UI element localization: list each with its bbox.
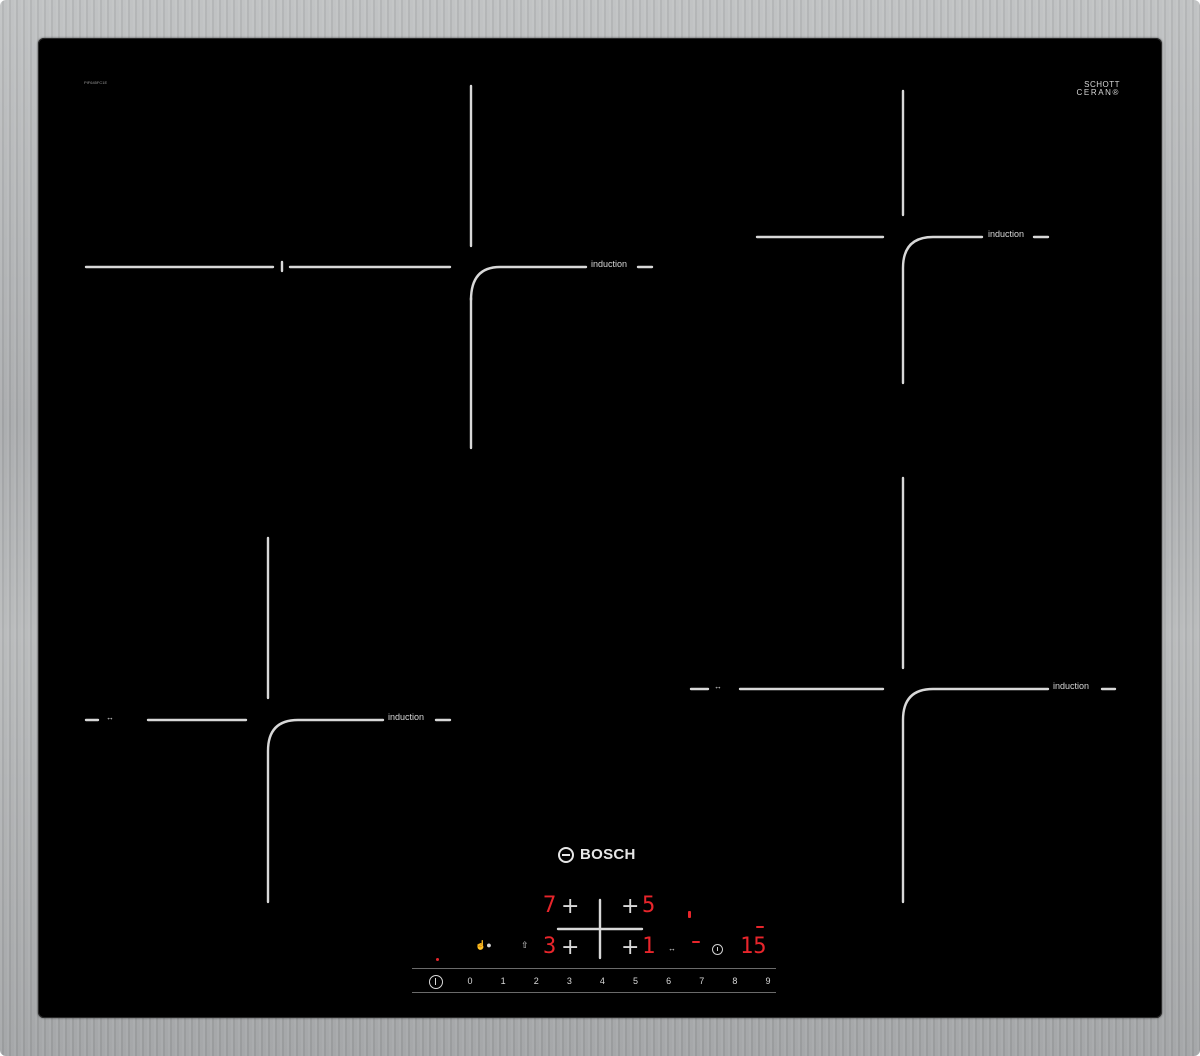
power-icon[interactable]	[429, 975, 443, 989]
brand-name: BOSCH	[580, 846, 636, 863]
power-led	[436, 958, 439, 961]
slider-step[interactable]: 0	[460, 976, 480, 986]
childlock-icon[interactable]: ☝●	[475, 941, 492, 950]
plus-icon[interactable]: +	[561, 937, 579, 959]
zone-top-right-label: induction	[988, 229, 1025, 239]
power-level-slider[interactable]: 0 1 2 3 4 5 6 7 8 9	[460, 971, 778, 991]
ceran-line: CERAN®	[1076, 88, 1120, 97]
flex-icon-bottom-right: ↔	[714, 682, 722, 691]
bosch-logo: BOSCH	[558, 846, 636, 863]
plus-icon[interactable]: +	[621, 937, 639, 959]
display-bottom-left-level: 3	[543, 934, 557, 959]
stainless-steel-frame: PIF645FC1E SCHOTT CERAN® induction induc…	[0, 0, 1200, 1056]
slider-step[interactable]: 7	[692, 976, 712, 986]
boost-icon[interactable]: ⇧	[521, 941, 529, 950]
slider-step[interactable]: 6	[659, 976, 679, 986]
timer-display: 15	[740, 934, 767, 959]
indicator-led	[756, 926, 764, 928]
zone-bottom-right-corner	[901, 687, 1050, 904]
indicator-led	[688, 911, 691, 918]
model-code: PIF645FC1E	[84, 80, 108, 85]
clock-icon[interactable]	[712, 944, 723, 955]
display-top-right-level: 5	[642, 893, 656, 918]
zone-bottom-left-label: induction	[388, 712, 425, 722]
zone-bottom-right-label: induction	[1053, 681, 1090, 691]
slider-step[interactable]: 8	[725, 976, 745, 986]
slider-step[interactable]: 3	[559, 976, 579, 986]
zone-top-left-corner	[469, 265, 588, 302]
slider-step[interactable]: 2	[526, 976, 546, 986]
slider-step[interactable]: 4	[592, 976, 612, 986]
cooking-zone-markings	[84, 84, 1117, 960]
display-top-left-level: 7	[543, 893, 557, 918]
slider-bottom-line	[412, 992, 776, 993]
flex-icon[interactable]: ↔	[668, 944, 676, 953]
ceramic-glass-cooktop: PIF645FC1E SCHOTT CERAN® induction induc…	[38, 38, 1162, 1018]
zone-top-left-label: induction	[591, 259, 628, 269]
zone-top-right-corner	[901, 235, 984, 385]
schott-ceran-logo: SCHOTT CERAN®	[1058, 81, 1120, 97]
slider-step[interactable]: 9	[758, 976, 778, 986]
slider-step[interactable]: 5	[626, 976, 646, 986]
flex-icon-bottom-left: ↔	[106, 713, 114, 722]
plus-icon[interactable]: +	[561, 896, 579, 918]
zone-bottom-left-corner	[266, 718, 385, 904]
indicator-led	[692, 941, 700, 943]
slider-top-line	[412, 968, 776, 969]
plus-icon[interactable]: +	[621, 896, 639, 918]
display-bottom-right-level: 1	[642, 934, 656, 959]
slider-step[interactable]: 1	[493, 976, 513, 986]
bosch-armature-icon	[558, 846, 574, 863]
